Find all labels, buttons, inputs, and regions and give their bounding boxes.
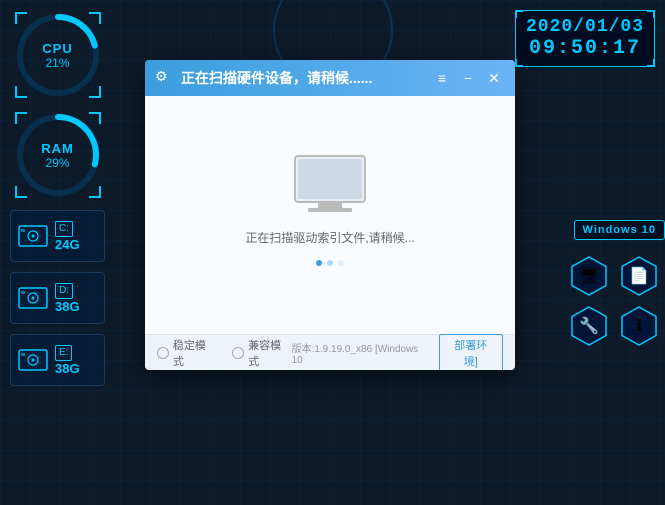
monitor-illustration [290,154,370,219]
dialog-controls: ≡ − ✕ [431,67,505,89]
dialog-footer: 稳定模式 兼容模式 版本:1.9.19.0_x86 [Windows 10 部署… [145,334,515,370]
drive-d-letter: D: [55,283,73,299]
win10-badge: Windows 10 [574,220,665,240]
radio-stable-label: 稳定模式 [173,337,216,369]
radio-stable[interactable]: 稳定模式 [157,337,216,369]
drive-c-icon [17,220,49,252]
deploy-button[interactable]: 部署环境] [439,334,504,371]
drive-c-size: 24G [55,237,80,252]
radio-stable-circle [157,347,169,359]
minimize-button[interactable]: − [457,67,479,89]
cpu-gauge: CPU 21% [13,10,103,100]
drive-e-icon [17,344,49,376]
drive-e-size: 38G [55,361,80,376]
drive-d-widget: D: 38G [10,272,105,324]
radio-compat-label: 兼容模式 [248,337,291,369]
dot-1 [316,260,322,266]
radio-group: 稳定模式 兼容模式 [157,337,292,369]
drive-e-letter: E: [55,345,72,361]
drive-d-info: D: 38G [55,283,80,314]
drive-c-info: C: 24G [55,221,80,252]
app-icon: ⚙ [155,68,175,88]
dialog-window: ⚙ 正在扫描硬件设备，请稍候...... ≡ − ✕ 正在扫描驱动索引文件,请稍… [145,60,515,370]
scan-sub-text: 正在扫描驱动索引文件,请稍候... [245,229,414,246]
drive-e-widget: E: 38G [10,334,105,386]
loading-dots [316,260,344,266]
drive-c-letter: C: [55,221,73,237]
radio-compat-circle [232,347,244,359]
drive-d-size: 38G [55,299,80,314]
hex-icon-wrench[interactable]: 🔧 [568,305,610,347]
dialog-titlebar: ⚙ 正在扫描硬件设备，请稍候...... ≡ − ✕ [145,60,515,96]
settings-icon: 🖥 [579,266,599,286]
version-text: 版本:1.9.19.0_x86 [Windows 10 [292,340,431,366]
ram-label: RAM 29% [41,141,74,170]
dot-2 [327,260,333,266]
right-panel: Windows 10 🖥 📄 🔧 ℹ [545,220,665,450]
drive-d-icon [17,282,49,314]
right-icons: 🖥 📄 🔧 ℹ [568,255,660,347]
radio-compat[interactable]: 兼容模式 [232,337,291,369]
hex-icon-info[interactable]: ℹ [618,305,660,347]
dialog-title: 正在扫描硬件设备，请稍候...... [181,68,431,88]
hex-icon-document[interactable]: 📄 [618,255,660,297]
footer-right: 版本:1.9.19.0_x86 [Windows 10 部署环境] [292,334,503,371]
drive-e-info: E: 38G [55,345,80,376]
clock-widget: 2020/01/03 09:50:17 [515,10,655,67]
close-button[interactable]: ✕ [483,67,505,89]
drive-c-widget: C: 24G [10,210,105,262]
clock-time: 09:50:17 [526,37,644,60]
cpu-label: CPU 21% [42,41,72,70]
menu-button[interactable]: ≡ [431,67,453,89]
dialog-body: 正在扫描驱动索引文件,请稍候... [145,96,515,334]
document-icon: 📄 [629,266,649,286]
left-panel: CPU 21% RAM 29% [0,0,115,505]
ram-gauge: RAM 29% [13,110,103,200]
wrench-icon: 🔧 [579,316,599,336]
clock-date: 2020/01/03 [526,17,644,37]
hex-icon-settings[interactable]: 🖥 [568,255,610,297]
dot-3 [338,260,344,266]
info-icon: ℹ [636,316,642,336]
